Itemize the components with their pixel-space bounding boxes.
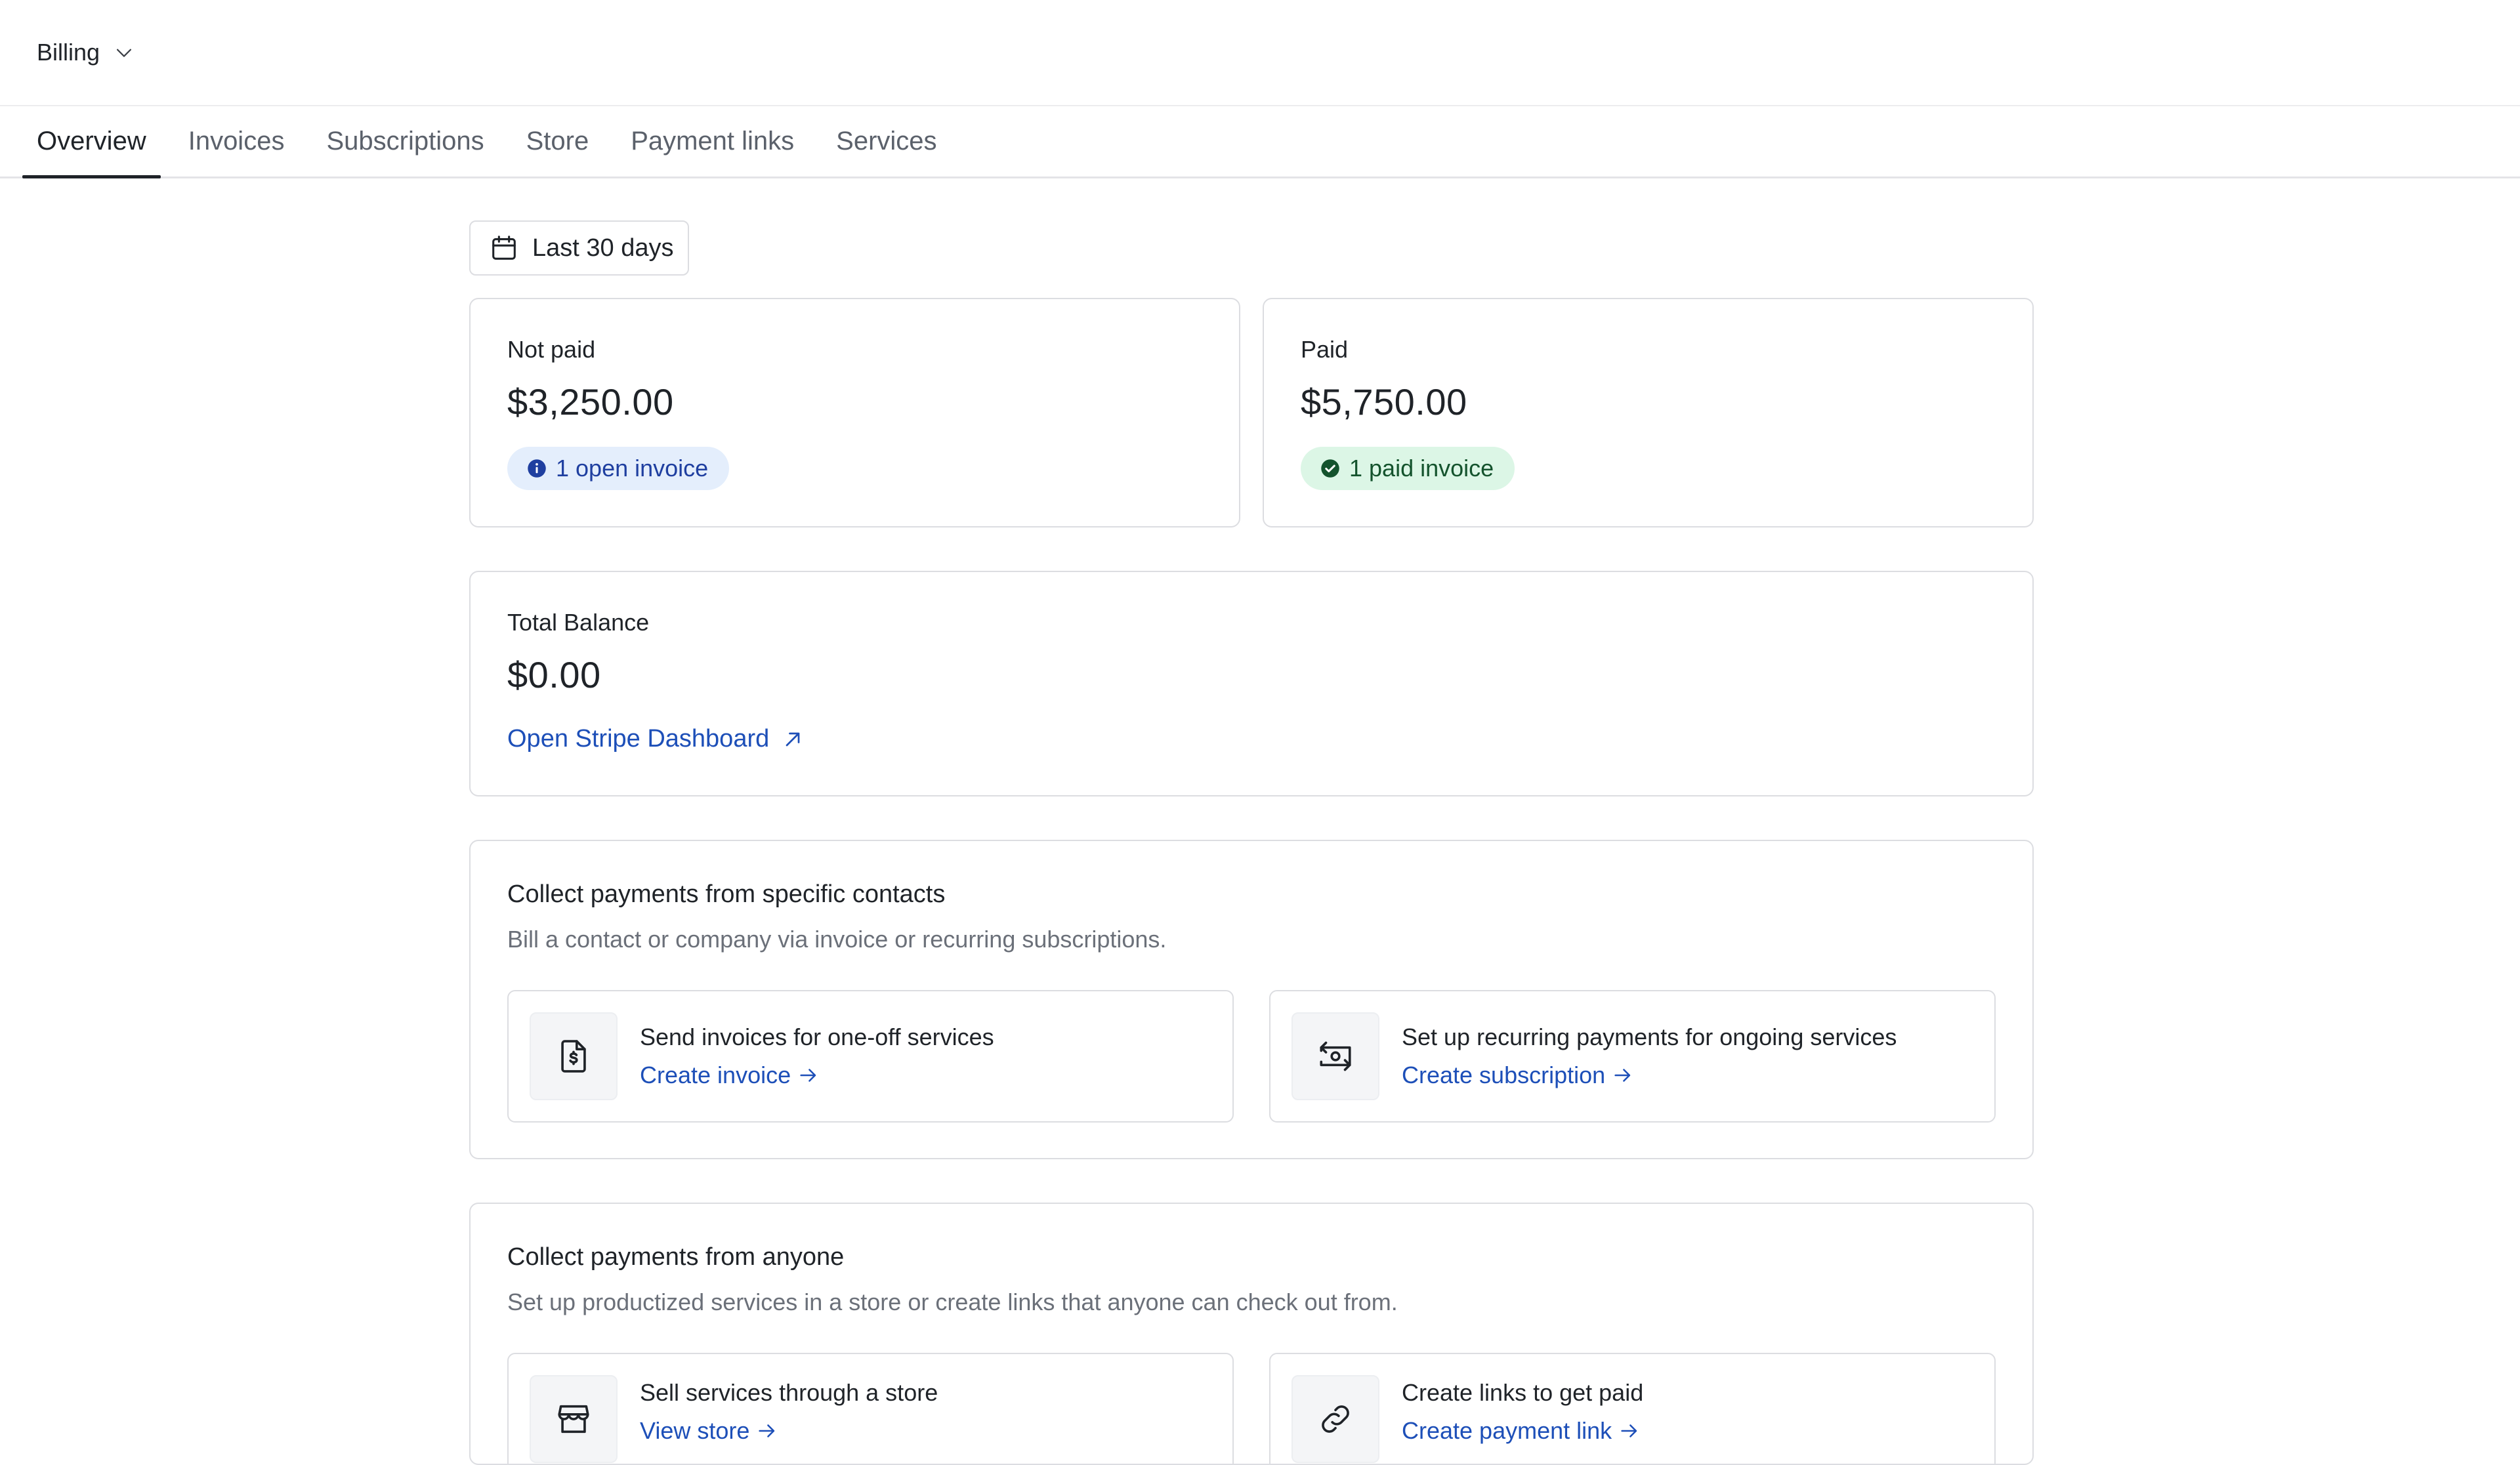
- option-link-label: Create payment link: [1402, 1417, 1612, 1444]
- option-icon-box: [530, 1375, 618, 1463]
- option-title: Sell services through a store: [640, 1379, 938, 1406]
- date-range-label: Last 30 days: [532, 234, 674, 262]
- check-circle-icon: [1321, 459, 1339, 478]
- option-title: Set up recurring payments for ongoing se…: [1402, 1023, 1897, 1050]
- dashboard-link-label: Open Stripe Dashboard: [507, 725, 770, 753]
- collect-anyone-title: Collect payments from anyone: [507, 1243, 845, 1271]
- store-icon: [558, 1405, 589, 1434]
- collect-anyone-card: Collect payments from anyone Set up prod…: [469, 1203, 2034, 1465]
- tab-label: Overview: [37, 127, 146, 155]
- info-icon: [528, 459, 546, 478]
- paid-card: Paid $5,750.00 1 paid invoice: [1263, 298, 2034, 527]
- open-invoice-badge[interactable]: 1 open invoice: [507, 447, 730, 490]
- total-balance-value: $0.00: [507, 654, 601, 695]
- recurring-payment-icon: [1320, 1041, 1351, 1071]
- paid-invoice-badge[interactable]: 1 paid invoice: [1301, 447, 1515, 490]
- tab-payment-links[interactable]: Payment links: [616, 106, 808, 176]
- tab-bar: Overview Invoices Subscriptions Store Pa…: [0, 106, 2520, 178]
- tab-services[interactable]: Services: [822, 106, 951, 176]
- not-paid-label: Not paid: [507, 336, 596, 363]
- create-links-option[interactable]: Create links to get paid Create payment …: [1269, 1353, 1996, 1464]
- option-icon-box: [1292, 1012, 1379, 1100]
- date-range-button[interactable]: Last 30 days: [469, 220, 690, 276]
- paid-invoice-badge-label: 1 paid invoice: [1349, 455, 1494, 482]
- option-title: Create links to get paid: [1402, 1379, 1644, 1406]
- create-invoice-link[interactable]: Create invoice: [640, 1062, 820, 1089]
- arrow-right-icon: [800, 1069, 816, 1082]
- option-text: Send invoices for one-off services Creat…: [640, 1023, 994, 1089]
- option-icon-box: [1292, 1375, 1379, 1463]
- create-payment-link[interactable]: Create payment link: [1402, 1417, 1641, 1445]
- option-link-label: Create subscription: [1402, 1062, 1606, 1088]
- total-balance-label: Total Balance: [507, 609, 650, 636]
- invoice-dollar-icon: [561, 1040, 586, 1073]
- tab-subscriptions[interactable]: Subscriptions: [312, 106, 498, 176]
- tab-label: Subscriptions: [326, 127, 484, 155]
- option-link-label: View store: [640, 1417, 750, 1444]
- external-arrow-icon: [786, 732, 800, 746]
- collect-specific-description: Bill a contact or company via invoice or…: [507, 926, 1167, 953]
- arrow-right-icon: [1621, 1424, 1637, 1437]
- overview-content: Last 30 days Not paid $3,250.00 1 open i…: [469, 220, 2034, 1465]
- option-text: Create links to get paid Create payment …: [1402, 1375, 1643, 1445]
- collect-specific-options: Send invoices for one-off services Creat…: [507, 990, 1996, 1123]
- not-paid-value: $3,250.00: [507, 381, 674, 423]
- sell-through-store-option[interactable]: Sell services through a store View store: [507, 1353, 1234, 1464]
- recurring-payments-option[interactable]: Set up recurring payments for ongoing se…: [1269, 990, 1996, 1123]
- arrow-right-icon: [1614, 1069, 1631, 1082]
- chevron-down-icon: [116, 49, 132, 57]
- workspace-selector[interactable]: Billing: [37, 39, 135, 66]
- paid-label: Paid: [1301, 336, 1349, 363]
- calendar-icon: [492, 236, 516, 260]
- send-invoice-option[interactable]: Send invoices for one-off services Creat…: [507, 990, 1234, 1123]
- open-invoice-badge-label: 1 open invoice: [556, 455, 709, 482]
- paid-value: $5,750.00: [1301, 381, 1467, 423]
- collect-specific-card: Collect payments from specific contacts …: [469, 840, 2034, 1159]
- option-link-label: Create invoice: [640, 1062, 791, 1088]
- workspace-label: Billing: [37, 39, 100, 66]
- link-icon: [1322, 1405, 1349, 1433]
- collect-anyone-options: Sell services through a store View store…: [507, 1353, 1996, 1464]
- tab-label: Store: [526, 127, 589, 155]
- tab-label: Payment links: [631, 127, 795, 155]
- not-paid-card: Not paid $3,250.00 1 open invoice: [469, 298, 1240, 527]
- tab-label: Services: [836, 127, 937, 155]
- collect-specific-title: Collect payments from specific contacts: [507, 880, 946, 908]
- tab-invoices[interactable]: Invoices: [174, 106, 299, 176]
- option-text: Set up recurring payments for ongoing se…: [1402, 1023, 1897, 1089]
- option-icon-box: [530, 1012, 618, 1100]
- total-balance-card: Total Balance $0.00 Open Stripe Dashboar…: [469, 571, 2034, 796]
- tab-store[interactable]: Store: [512, 106, 604, 176]
- arrow-right-icon: [759, 1424, 775, 1437]
- view-store-link[interactable]: View store: [640, 1417, 778, 1445]
- top-header: Billing: [0, 0, 2520, 106]
- stats-row: Not paid $3,250.00 1 open invoice Paid $…: [469, 298, 2034, 527]
- collect-anyone-description: Set up productized services in a store o…: [507, 1289, 1398, 1315]
- create-subscription-link[interactable]: Create subscription: [1402, 1062, 1634, 1089]
- option-text: Sell services through a store View store: [640, 1375, 938, 1445]
- option-title: Send invoices for one-off services: [640, 1023, 994, 1050]
- tab-label: Invoices: [188, 127, 285, 155]
- tab-overview[interactable]: Overview: [22, 106, 161, 178]
- open-stripe-dashboard-link[interactable]: Open Stripe Dashboard: [507, 725, 805, 753]
